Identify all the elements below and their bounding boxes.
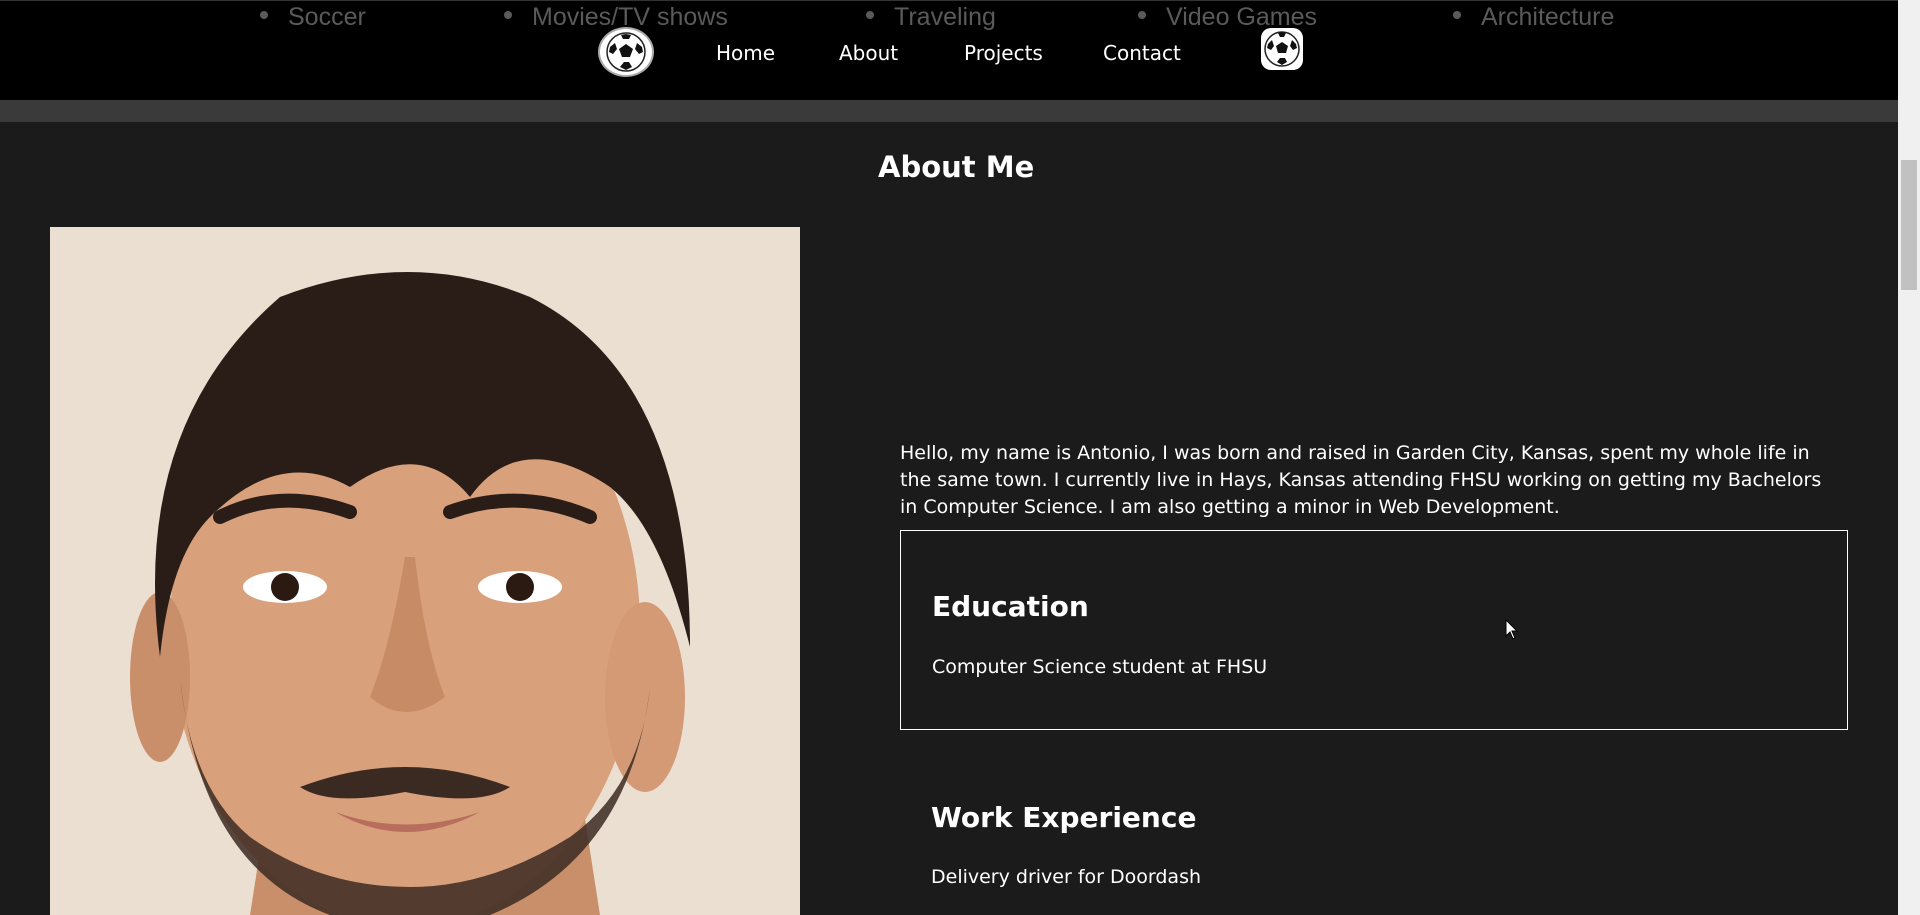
hobby-item: Soccer [260,3,366,32]
education-card: Education Computer Science student at FH… [900,530,1848,730]
about-bio: Hello, my name is Antonio, I was born an… [900,442,1822,518]
work-experience-card: Work Experience Delivery driver for Door… [900,740,1848,915]
soccer-ball-logo-icon[interactable] [1261,28,1303,70]
nav-home-link[interactable]: Home [716,41,775,65]
site-header: Soccer Movies/TV shows Traveling Video G… [0,0,1898,101]
nav-about-link[interactable]: About [839,41,898,65]
hobby-item: Architecture [1453,3,1614,32]
bullet-icon [1138,11,1146,20]
hobby-label: Architecture [1481,3,1615,31]
hobby-label: Soccer [288,3,366,31]
header-divider [0,100,1898,122]
work-experience-heading: Work Experience [931,801,1197,834]
bullet-icon [1453,11,1461,20]
hobbies-list: Soccer Movies/TV shows Traveling Video G… [0,3,1898,37]
scrollbar-thumb[interactable] [1901,160,1917,290]
vertical-scrollbar[interactable] [1898,0,1920,915]
soccer-ball-logo-icon[interactable] [598,27,654,77]
mouse-cursor-icon [1505,619,1519,640]
hobby-label: Video Games [1166,3,1318,31]
education-heading: Education [932,590,1089,623]
hobby-item: Traveling [866,3,996,32]
bullet-icon [260,11,268,20]
bullet-icon [866,11,874,20]
work-experience-text: Delivery driver for Doordash [931,866,1202,888]
education-text: Computer Science student at FHSU [932,656,1268,678]
nav-contact-link[interactable]: Contact [1103,41,1181,65]
page-viewport: Soccer Movies/TV shows Traveling Video G… [0,0,1898,915]
hobby-label: Traveling [894,3,996,31]
about-title: About Me [878,150,1035,184]
portrait-illustration [50,227,800,915]
soccer-ball-icon [606,32,646,72]
nav-projects-link[interactable]: Projects [964,41,1043,65]
bullet-icon [504,11,512,20]
soccer-ball-icon [1264,31,1300,67]
portrait-photo [50,227,800,915]
